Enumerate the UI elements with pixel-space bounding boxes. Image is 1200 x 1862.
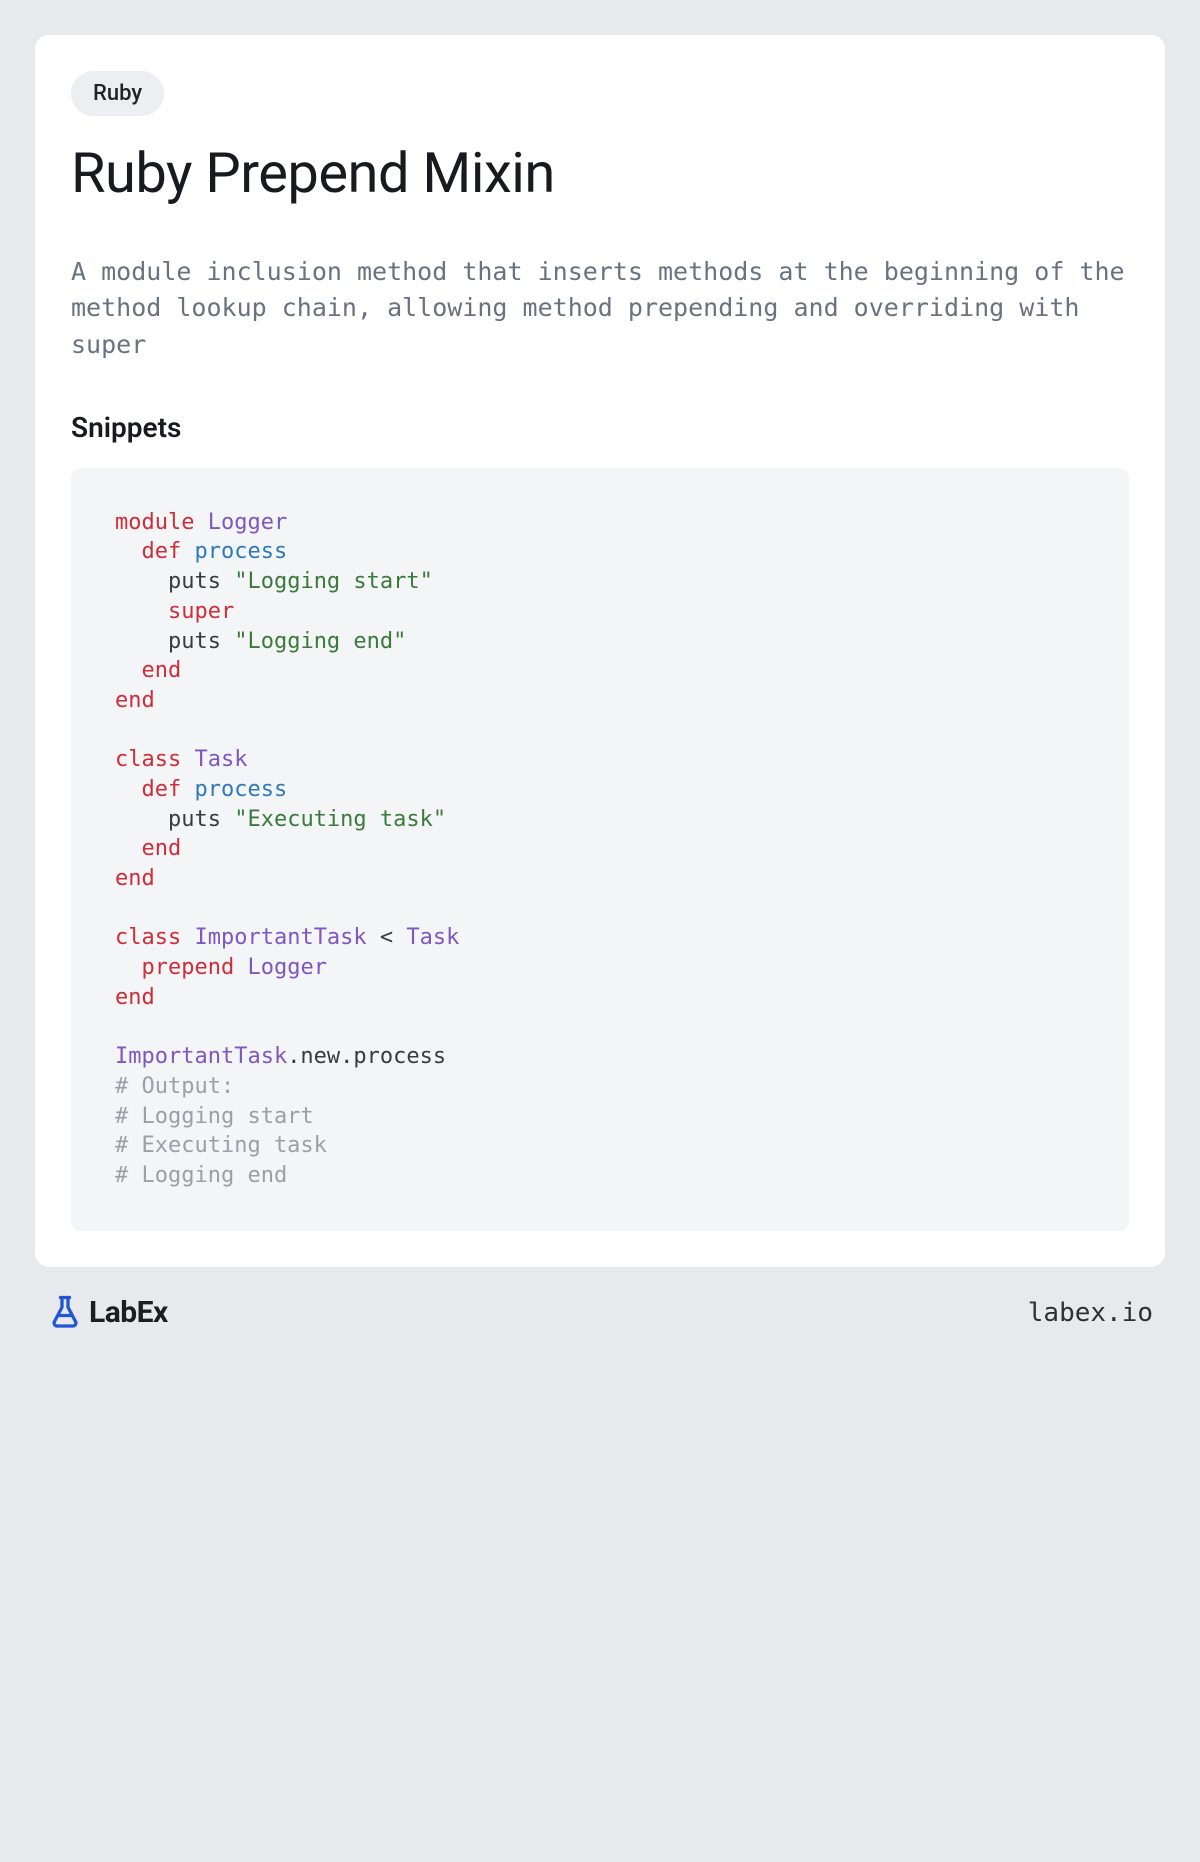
code-token-plain: puts bbox=[115, 569, 234, 594]
page-title: Ruby Prepend Mixin bbox=[71, 140, 1129, 206]
code-token-class: Task bbox=[406, 925, 459, 950]
code-token-string: "Logging end" bbox=[234, 629, 406, 654]
code-token-keyword: prepend bbox=[142, 955, 235, 980]
snippets-heading: Snippets bbox=[71, 411, 1129, 444]
content-card: Ruby Ruby Prepend Mixin A module inclusi… bbox=[35, 35, 1165, 1267]
code-token-class: ImportantTask bbox=[194, 925, 366, 950]
code-token-plain: puts bbox=[115, 807, 234, 832]
description-text: A module inclusion method that inserts m… bbox=[71, 254, 1129, 363]
code-token-plain bbox=[194, 510, 207, 535]
language-badge: Ruby bbox=[71, 71, 164, 116]
code-token-plain bbox=[115, 777, 142, 802]
code-token-method: process bbox=[195, 539, 288, 564]
brand-logo: LabEx bbox=[47, 1293, 168, 1333]
code-token-plain: .new.process bbox=[287, 1044, 446, 1069]
code-token-class: ImportantTask bbox=[115, 1044, 287, 1069]
code-token-plain bbox=[181, 777, 194, 802]
footer: LabEx labex.io bbox=[35, 1267, 1165, 1333]
code-token-plain bbox=[115, 836, 142, 861]
code-token-comment: # Output: bbox=[115, 1074, 234, 1099]
code-token-plain bbox=[115, 539, 142, 564]
code-token-keyword: module bbox=[115, 510, 194, 535]
code-token-keyword: def bbox=[142, 539, 182, 564]
code-token-class: Task bbox=[194, 747, 247, 772]
flask-icon bbox=[47, 1293, 83, 1333]
code-token-plain bbox=[115, 599, 168, 624]
code-token-plain bbox=[115, 955, 142, 980]
code-token-keyword: def bbox=[142, 777, 182, 802]
code-token-comment: # Logging start bbox=[115, 1104, 314, 1129]
code-token-keyword: end bbox=[115, 688, 155, 713]
code-token-plain: puts bbox=[115, 629, 234, 654]
code-token-keyword: class bbox=[115, 747, 181, 772]
code-token-comment: # Executing task bbox=[115, 1133, 327, 1158]
code-token-string: "Logging start" bbox=[234, 569, 433, 594]
code-token-class: Logger bbox=[247, 955, 326, 980]
code-token-class: Logger bbox=[208, 510, 287, 535]
footer-url: labex.io bbox=[1028, 1298, 1153, 1328]
code-token-keyword: super bbox=[168, 599, 234, 624]
code-token-keyword: class bbox=[115, 925, 181, 950]
code-token-plain bbox=[115, 658, 142, 683]
code-token-plain bbox=[181, 747, 194, 772]
code-token-plain bbox=[181, 925, 194, 950]
code-token-keyword: end bbox=[142, 836, 182, 861]
code-token-string: "Executing task" bbox=[234, 807, 446, 832]
code-token-keyword: end bbox=[142, 658, 182, 683]
code-token-plain bbox=[181, 539, 194, 564]
code-token-keyword: end bbox=[115, 985, 155, 1010]
code-token-plain: < bbox=[367, 925, 407, 950]
code-content: module Logger def process puts "Logging … bbox=[115, 510, 459, 1188]
code-snippet: module Logger def process puts "Logging … bbox=[71, 468, 1129, 1231]
code-token-comment: # Logging end bbox=[115, 1163, 287, 1188]
code-token-method: process bbox=[195, 777, 288, 802]
code-token-keyword: end bbox=[115, 866, 155, 891]
brand-name: LabEx bbox=[89, 1295, 168, 1330]
code-token-plain bbox=[234, 955, 247, 980]
